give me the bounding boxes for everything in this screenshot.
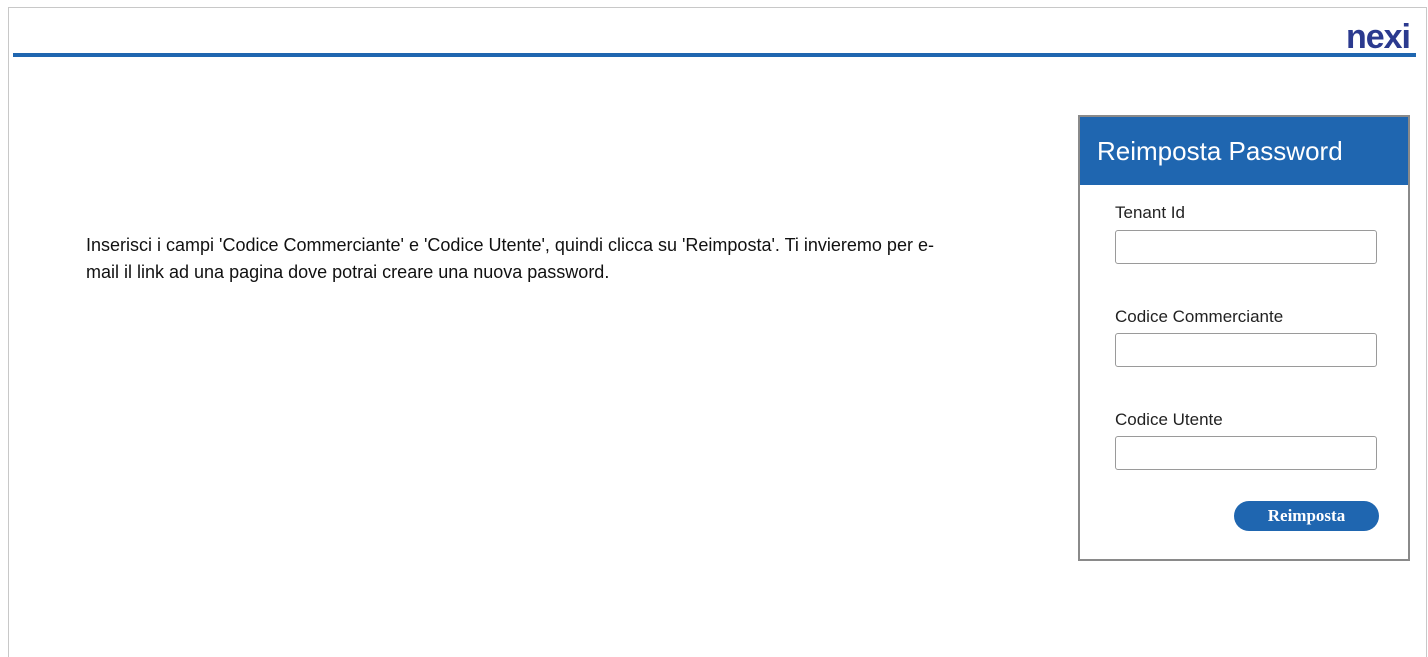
panel-title: Reimposta Password — [1097, 135, 1343, 166]
nexi-logo: nexi — [1345, 18, 1411, 56]
header-divider — [13, 53, 1416, 57]
instructions-text: Inserisci i campi 'Codice Commerciante' … — [86, 235, 934, 282]
tenant-id-label: Tenant Id — [1115, 203, 1185, 222]
merchant-code-label: Codice Commerciante — [1115, 307, 1284, 326]
user-code-input[interactable] — [1115, 436, 1377, 470]
panel-header: Reimposta Password — [1080, 117, 1408, 185]
user-code-label: Codice Utente — [1115, 410, 1223, 429]
reset-password-panel: Reimposta Password Tenant Id Codice Comm… — [1078, 115, 1410, 561]
reset-button[interactable]: Reimposta — [1234, 501, 1379, 531]
merchant-code-input[interactable] — [1115, 333, 1377, 367]
tenant-id-input[interactable] — [1115, 230, 1377, 264]
